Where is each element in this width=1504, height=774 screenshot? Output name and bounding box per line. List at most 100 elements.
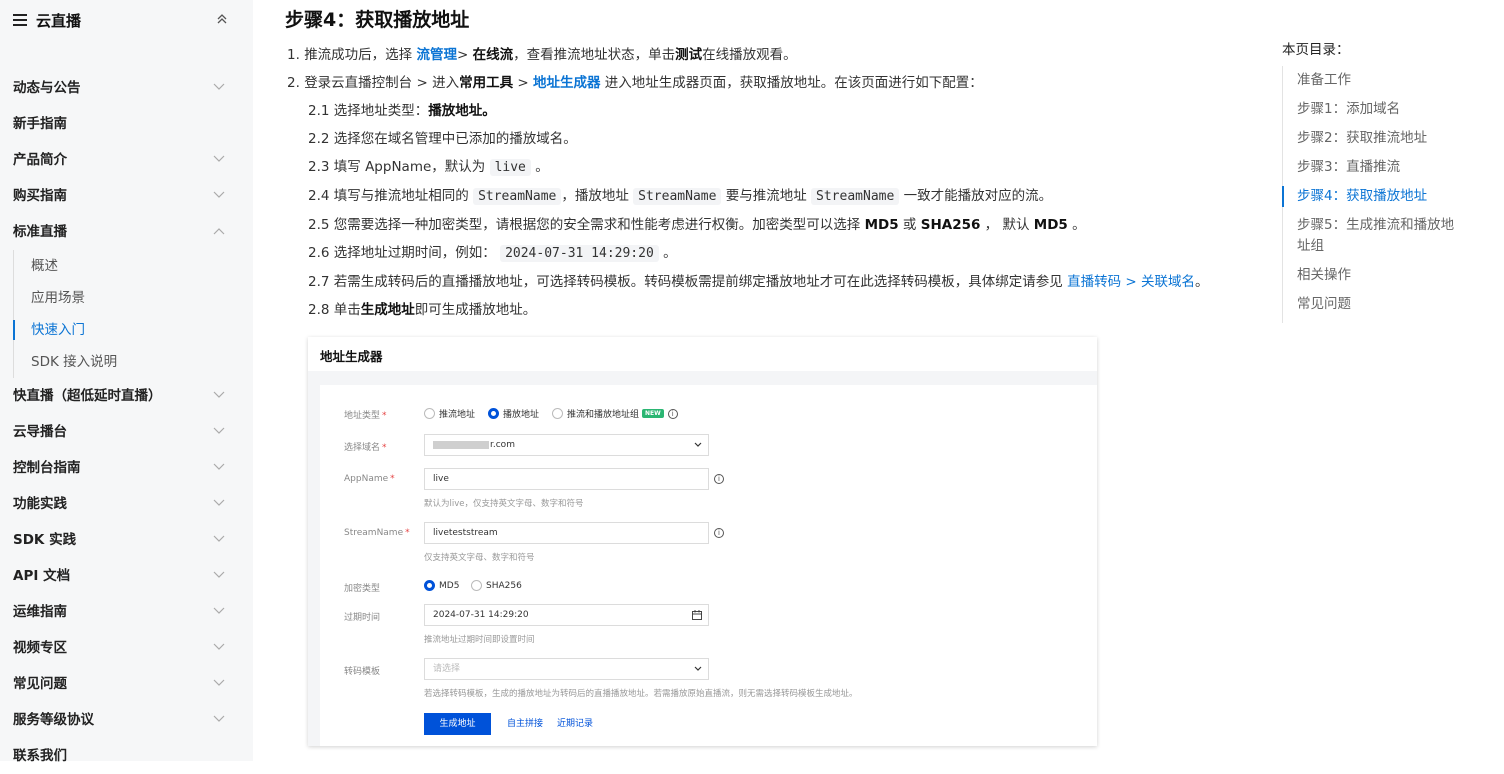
expire-value: 2024-07-31 14:29:20 xyxy=(433,610,529,620)
transcode-bind-link[interactable]: 直播转码 > 关联域名 xyxy=(1067,274,1195,290)
step-number: 2.8 xyxy=(308,302,330,318)
substep-2-6: 2.6 选择地址过期时间，例如： 2024-07-31 14:29:20 。 xyxy=(308,243,677,264)
step-number: 2.2 xyxy=(308,131,330,147)
chevron-up-icon xyxy=(213,228,225,235)
domain-select[interactable]: r.com xyxy=(424,434,709,456)
sidebar-item-faq[interactable]: 常见问题 xyxy=(0,666,253,702)
sidebar-subitem-quickstart[interactable]: 快速入门 xyxy=(0,314,253,346)
address-generator-link[interactable]: 地址生成器 xyxy=(533,75,601,91)
toc-item-step4[interactable]: 步骤4：获取播放地址 xyxy=(1282,186,1473,207)
toc-item-faq[interactable]: 常见问题 xyxy=(1283,294,1473,315)
step-text: 。 xyxy=(1194,274,1209,290)
step-text: 单击 xyxy=(333,302,361,318)
step-text: 选择您在域名管理中已添加的播放域名。 xyxy=(333,131,577,147)
sidebar-title: 云直播 xyxy=(36,11,82,30)
sidebar-subitem-scenarios[interactable]: 应用场景 xyxy=(0,282,253,314)
expire-datetime-input[interactable]: 2024-07-31 14:29:20 xyxy=(424,604,709,626)
sidebar-item-beginner[interactable]: 新手指南 xyxy=(0,106,253,142)
step-text: 推流成功后，选择 xyxy=(304,47,413,63)
sidebar-item-sdk-practice[interactable]: SDK 实践 xyxy=(0,522,253,558)
sidebar-item-ops[interactable]: 运维指南 xyxy=(0,594,253,630)
generate-address-button[interactable]: 生成地址 xyxy=(424,713,491,735)
toc-item-step5[interactable]: 步骤5：生成推流和播放地址组 xyxy=(1283,215,1467,257)
radio-push[interactable]: 推流地址 xyxy=(424,407,475,420)
chevron-down-icon xyxy=(213,715,225,722)
sidebar-item-contact[interactable]: 联系我们 xyxy=(0,738,253,774)
toc-item-prep[interactable]: 准备工作 xyxy=(1283,70,1473,91)
toc-item-step3[interactable]: 步骤3：直播推流 xyxy=(1283,157,1473,178)
addr-type-label: 地址类型 * xyxy=(344,408,387,421)
radio-circle-selected xyxy=(488,408,499,419)
collapse-up-icon[interactable] xyxy=(215,12,229,26)
step-text: 填写与推流地址相同的 xyxy=(333,188,469,204)
step-bold: 在线流 xyxy=(472,47,514,63)
chevron-down-icon xyxy=(213,607,225,614)
step-text: ，播放地址 xyxy=(561,188,629,204)
radio-label: 推流和播放地址组 xyxy=(567,410,640,420)
recent-records-link[interactable]: 近期记录 xyxy=(557,713,593,735)
sidebar-item-news[interactable]: 动态与公告 xyxy=(0,70,253,106)
stream-manage-link[interactable]: 流管理 xyxy=(416,47,457,63)
sidebar-item-practice[interactable]: 功能实践 xyxy=(0,486,253,522)
sidebar-subitem-sdk[interactable]: SDK 接入说明 xyxy=(0,346,253,378)
step-text: 选择地址过期时间，例如： xyxy=(333,245,496,261)
sidebar-item-sla[interactable]: 服务等级协议 xyxy=(0,702,253,738)
radio-sha256[interactable]: SHA256 xyxy=(471,580,522,591)
radio-play[interactable]: 播放地址 xyxy=(488,407,539,420)
info-icon[interactable]: i xyxy=(714,474,724,484)
sidebar-item-label: 云导播台 xyxy=(13,424,67,440)
radio-md5[interactable]: MD5 xyxy=(424,580,459,591)
chevron-down-icon xyxy=(694,666,702,671)
sidebar-item-console[interactable]: 控制台指南 xyxy=(0,450,253,486)
sidebar-item-api[interactable]: API 文档 xyxy=(0,558,253,594)
info-icon[interactable]: i xyxy=(714,528,724,538)
sidebar-item-purchase[interactable]: 购买指南 xyxy=(0,178,253,214)
toc-item-step2[interactable]: 步骤2：获取推流地址 xyxy=(1283,128,1473,149)
substep-2-5: 2.5 您需要选择一种加密类型，请根据您的安全需求和性能考虑进行权衡。加密类型可… xyxy=(308,215,1086,235)
step-bold: 生成地址 xyxy=(360,302,415,318)
radio-label: 推流地址 xyxy=(439,410,476,420)
sidebar-item-fast-live[interactable]: 快直播（超低延时直播） xyxy=(0,378,253,414)
inline-code: StreamName xyxy=(633,188,722,205)
menu-icon[interactable] xyxy=(13,14,27,26)
radio-both[interactable]: 推流和播放地址组 NEW i xyxy=(552,407,678,420)
streamname-label: StreamName * xyxy=(344,528,410,538)
step-bold: MD5 xyxy=(1033,217,1068,233)
sidebar-subitem-overview[interactable]: 概述 xyxy=(0,250,253,282)
inline-code: 2024-07-31 14:29:20 xyxy=(500,245,659,262)
template-label: 转码模板 xyxy=(344,667,381,677)
streamname-input[interactable]: liveteststream xyxy=(424,522,709,544)
step-text: 一致才能播放对应的流。 xyxy=(903,188,1053,204)
streamname-hint: 仅支持英文字母、数字和符号 xyxy=(424,553,535,563)
substep-2-7: 2.7 若需生成转码后的直播播放地址，可选择转码模板。转码模板需提前绑定播放地址… xyxy=(308,272,1208,292)
sidebar-nav: 动态与公告 新手指南 产品简介 购买指南 标准直播 概述 应用场景 快速入门 S… xyxy=(0,70,253,774)
sidebar-item-label: 服务等级协议 xyxy=(13,712,94,728)
sidebar-item-label: SDK 实践 xyxy=(13,532,77,548)
toc-item-related[interactable]: 相关操作 xyxy=(1283,265,1473,286)
custom-assemble-link[interactable]: 自主拼接 xyxy=(507,713,543,735)
step-2: 2. 登录云直播控制台 > 进入常用工具 > 地址生成器 进入地址生成器页面，获… xyxy=(287,73,983,93)
sidebar-item-video[interactable]: 视频专区 xyxy=(0,630,253,666)
step-text: ，查看推流地址状态，单击 xyxy=(513,47,676,63)
page-heading: 步骤4：获取播放地址 xyxy=(285,9,470,31)
template-select[interactable]: 请选择 xyxy=(424,658,709,680)
info-icon[interactable]: i xyxy=(667,408,678,419)
label-text: 选择域名 xyxy=(344,443,381,453)
appname-input[interactable]: live xyxy=(424,468,709,490)
step-text: 填写 AppName，默认为 xyxy=(333,159,486,175)
step-text: 进入地址生成器页面，获取播放地址。在该页面进行如下配置： xyxy=(604,75,983,91)
encryption-label: 加密类型 xyxy=(344,584,381,594)
placeholder-text: 请选择 xyxy=(433,664,461,674)
step-1: 1. 推流成功后，选择 流管理> 在线流，查看推流地址状态，单击测试在线播放观看… xyxy=(287,45,797,65)
screenshot-header: 地址生成器 xyxy=(308,337,1097,371)
toc-item-step1[interactable]: 步骤1：添加域名 xyxy=(1283,99,1473,120)
sidebar-item-intro[interactable]: 产品简介 xyxy=(0,142,253,178)
new-badge: NEW xyxy=(642,409,664,418)
radio-circle xyxy=(552,408,563,419)
sidebar-item-director[interactable]: 云导播台 xyxy=(0,414,253,450)
sidebar-item-standard-live[interactable]: 标准直播 xyxy=(0,214,253,250)
step-number: 2.1 xyxy=(308,103,330,119)
required-mark: * xyxy=(405,528,410,538)
substep-2-3: 2.3 填写 AppName，默认为 live 。 xyxy=(308,157,549,178)
sidebar-item-label: 运维指南 xyxy=(13,604,67,620)
